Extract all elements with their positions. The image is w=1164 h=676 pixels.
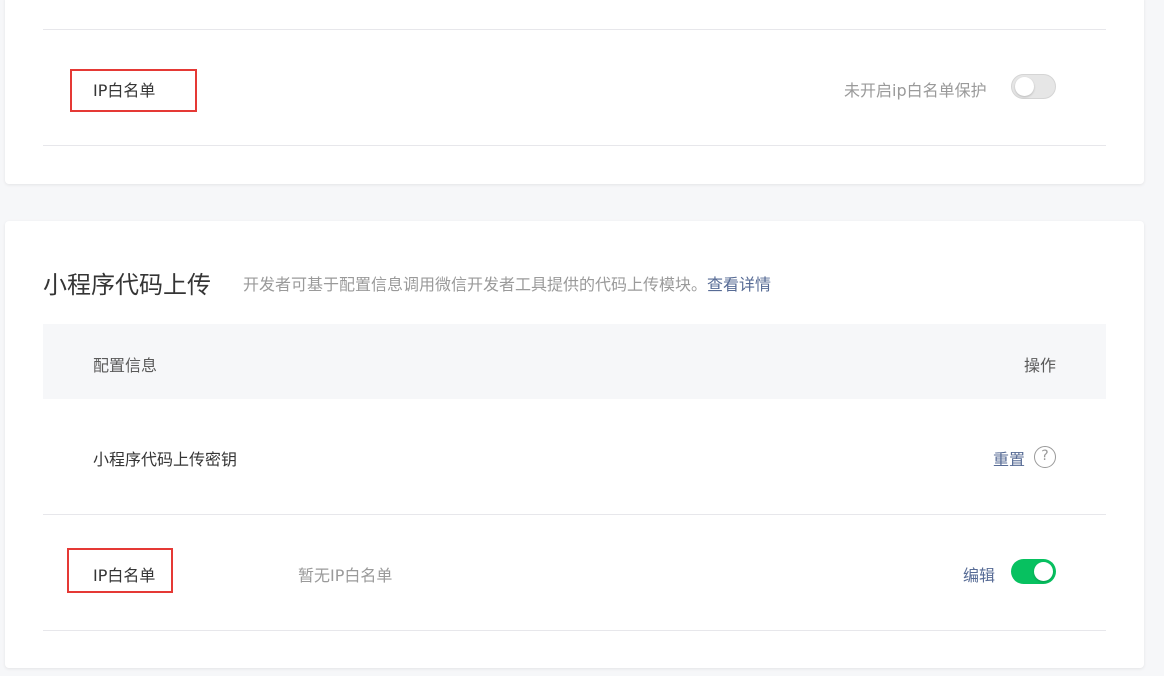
divider [43, 145, 1106, 146]
section-title: 小程序代码上传 [43, 271, 211, 299]
header-action: 操作 [1023, 356, 1056, 375]
edit-link[interactable]: 编辑 [963, 562, 995, 586]
highlight-box [70, 69, 197, 112]
ip-whitelist-toggle[interactable] [1011, 74, 1056, 99]
ip-whitelist-status: 未开启ip白名单保护 [844, 81, 987, 100]
highlight-box [67, 548, 173, 593]
details-link[interactable]: 查看详情 [707, 275, 771, 294]
header-config-info: 配置信息 [93, 356, 158, 375]
secret-key-label: 小程序代码上传密钥 [93, 450, 238, 469]
help-icon[interactable]: ? [1034, 446, 1056, 468]
toggle-knob [1034, 562, 1053, 581]
toggle-knob [1015, 77, 1034, 96]
divider [43, 29, 1106, 30]
divider [43, 630, 1106, 631]
section-description: 开发者可基于配置信息调用微信开发者工具提供的代码上传模块。查看详情 [243, 275, 772, 294]
whitelist-row-value: 暂无IP白名单 [298, 566, 393, 585]
reset-link[interactable]: 重置 [993, 446, 1025, 470]
table-header: 配置信息 操作 [43, 324, 1106, 399]
divider [43, 514, 1106, 515]
code-upload-card: 小程序代码上传 开发者可基于配置信息调用微信开发者工具提供的代码上传模块。查看详… [5, 221, 1144, 668]
whitelist-toggle[interactable] [1011, 559, 1056, 584]
ip-whitelist-card: IP白名单 未开启ip白名单保护 [5, 0, 1144, 184]
